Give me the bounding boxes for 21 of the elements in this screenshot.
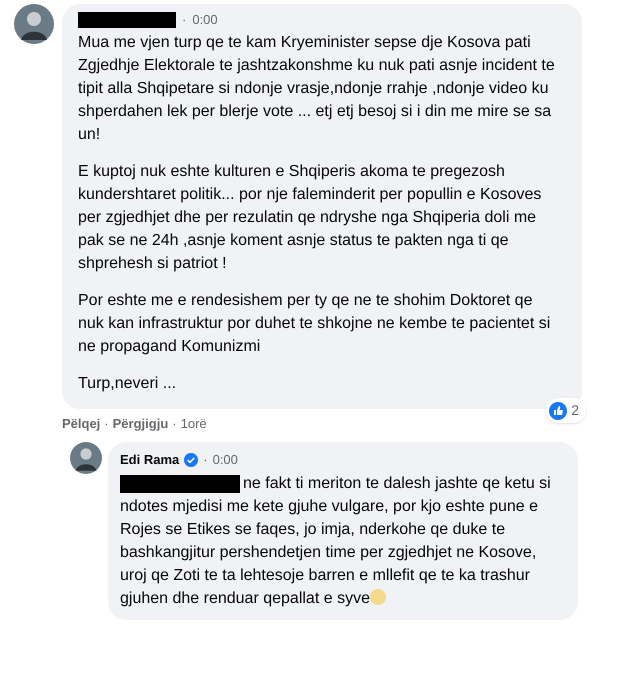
comment-text: Por eshte me e rendesishem per ty qe ne te shohim Doktoret qe nuk kan infrastruktur por duhet te shkojne ne kembe te pacientet si ne propagand Komunizmi [78, 291, 552, 357]
comment-text: Mua me vjen turp qe te kam Kryeminister sepse dje Kosova pati Zgjedhje Elektorale te jashtzakonshme ku nuk pati asnje incident te tipit alla Shqipetare si ndonje vrasje,ndonje rrahje ,ndonje video ku shperdahen lek per blerje vote ... etj etj besoj si i din me mire se sa un! [78, 33, 556, 145]
action-link[interactable]: Pëlqej [62, 414, 100, 434]
action-link[interactable]: Përgjigju [112, 414, 168, 434]
separator: · [104, 415, 109, 433]
comment-age: 1orë [180, 415, 207, 433]
reply-text: ne fakt ti meriton te dalesh jashte qe ketu si ndotes mjedisi me kete gjuhe vulgare, por kjo eshte pune e Rojes se Etikes se faqes, jo imja, nderkohe qe duke te bashkangjitur pershendetjen time per zgjedhjet ne Kosove, uroj qe Zoti te ta lehtesoje barren e mllefit qe te ka trashur gjuhen dhe renduar qepallat e syve [120, 474, 552, 608]
reaction-badge[interactable]: 2 [546, 398, 586, 423]
avatar[interactable] [70, 442, 102, 474]
author-name[interactable]: Edi Rama [120, 450, 180, 470]
emoji-icon [370, 588, 386, 604]
thumbs-up-icon [549, 402, 568, 420]
reaction-count: 2 [571, 401, 580, 420]
avatar[interactable] [14, 4, 54, 44]
timestamp: 0:00 [212, 450, 238, 469]
separator: · [182, 11, 186, 30]
comment-text: E kuptoj nuk eshte kulturen e Shqiperis akoma te pregezosh kundershtaret politik... por nje faleminderit per popullin e Kosoves per zgjedhjet dhe per rezulatin qe ndryshe nga Shqiperia doli me pak se ne 24h ,asnje koment asnje status te pakten nga ti qe shprehesh si patriot ! [78, 162, 542, 274]
separator: · [172, 415, 177, 433]
comment-text: Turp,neveri ... [78, 374, 178, 394]
separator: · [203, 450, 208, 469]
timestamp: 0:00 [192, 11, 218, 30]
